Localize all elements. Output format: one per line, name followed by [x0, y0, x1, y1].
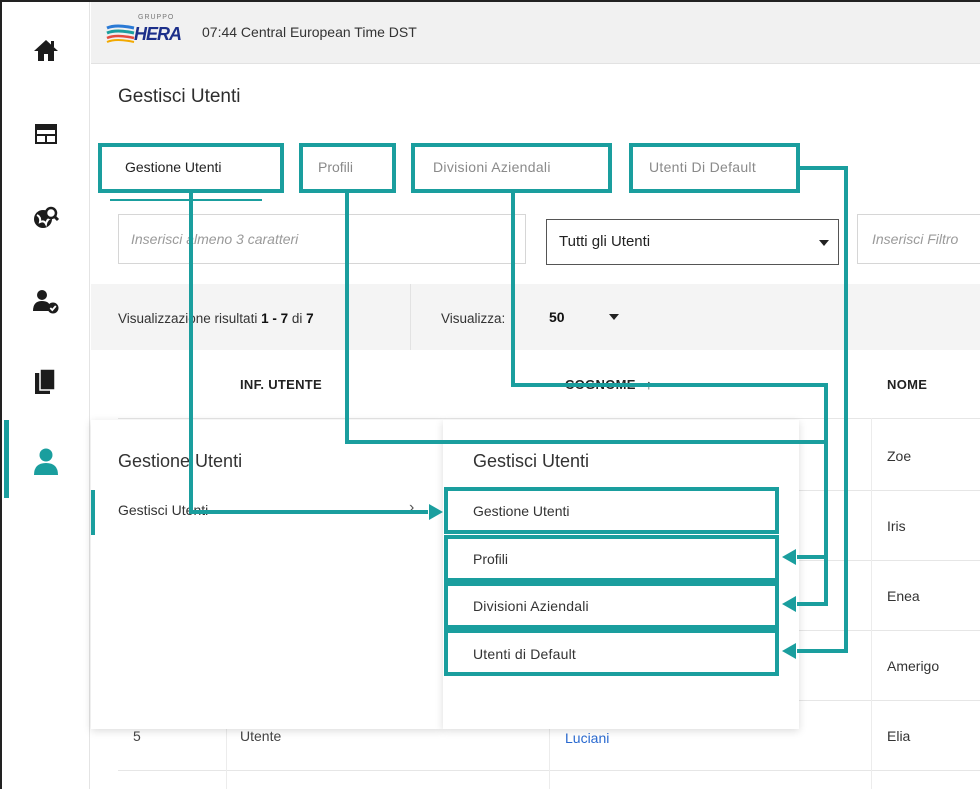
logo-subtitle: GRUPPO: [138, 14, 175, 21]
column-header-name[interactable]: NOME: [887, 377, 927, 392]
results-divider: [410, 284, 411, 350]
active-tab-underline: [110, 199, 262, 201]
user-type-select-value: Tutti gli Utenti: [559, 233, 651, 250]
menu-panel-left: Gestione Utenti Gestisci Utenti ›: [91, 420, 443, 729]
sort-arrow-up-icon: ↑: [645, 377, 653, 392]
page-size-label: Visualizza:: [441, 311, 506, 326]
results-summary: Visualizzazione risultati 1 - 7 di 7: [118, 311, 314, 326]
chevron-right-icon: ›: [409, 499, 415, 516]
table-cell-info: Utente: [240, 728, 282, 744]
menu-panel-right: Gestisci Utenti: [443, 420, 799, 729]
tab-gestione-utenti[interactable]: Gestione Utenti: [125, 159, 222, 175]
tab-utenti-di-default[interactable]: Utenti Di Default: [649, 159, 756, 175]
hera-logo: GRUPPO HERA: [106, 14, 196, 54]
chevron-down-icon: [819, 240, 829, 246]
menu-item-gestisci-utenti[interactable]: Gestisci Utenti: [118, 502, 208, 518]
clock-display: 07:44 Central European Time DST: [202, 24, 417, 40]
top-bar: GRUPPO HERA 07:44 Central European Time …: [91, 2, 980, 64]
table-cell-surname-link[interactable]: Luciani: [565, 730, 609, 746]
page-size-chevron-icon[interactable]: [609, 314, 619, 320]
user-type-select[interactable]: Tutti gli Utenti: [546, 219, 839, 265]
menu-left-title: Gestione Utenti: [118, 451, 243, 471]
column-header-info[interactable]: INF. UTENTE: [240, 377, 322, 392]
menu-item-utenti-di-default[interactable]: Utenti di Default: [473, 646, 576, 662]
page-size-value: 50: [549, 309, 565, 325]
documents-icon[interactable]: [26, 362, 66, 402]
dashboard-icon[interactable]: [26, 114, 66, 154]
results-range: 1 - 7: [261, 311, 289, 326]
menu-item-gestione-utenti[interactable]: Gestione Utenti: [473, 503, 570, 519]
filter-input[interactable]: Inserisci Filtro: [857, 214, 980, 264]
table-cell-name: Enea: [887, 588, 920, 604]
column-header-surname[interactable]: COGNOME ↑: [565, 377, 652, 392]
home-icon[interactable]: [26, 30, 66, 70]
user-check-icon[interactable]: [26, 282, 66, 322]
logo-text: HERA: [134, 24, 182, 44]
column-header-surname-label: COGNOME: [565, 377, 636, 392]
results-of: di: [291, 311, 303, 326]
tab-profili[interactable]: Profili: [318, 159, 353, 175]
search-input[interactable]: Inserisci almeno 3 caratteri: [118, 214, 526, 264]
network-search-icon[interactable]: [26, 198, 66, 238]
table-cell-name: Elia: [887, 728, 911, 744]
tab-divisioni-aziendali[interactable]: Divisioni Aziendali: [433, 159, 551, 175]
table-cell-name: Amerigo: [887, 658, 940, 674]
menu-left-active-indicator: [91, 490, 95, 535]
results-prefix: Visualizzazione risultati: [118, 311, 258, 326]
page-title: Gestisci Utenti: [118, 86, 241, 107]
table-cell-name: Iris: [887, 518, 906, 534]
menu-item-profili[interactable]: Profili: [473, 551, 508, 567]
table-cell-name: Zoe: [887, 448, 912, 464]
page-size-select[interactable]: 50: [549, 309, 565, 325]
row-divider: [118, 418, 980, 419]
menu-item-divisioni-aziendali[interactable]: Divisioni Aziendali: [473, 598, 589, 614]
rail-active-indicator: [4, 420, 9, 498]
user-icon[interactable]: [26, 442, 66, 482]
table-cell-id: 5: [133, 728, 141, 744]
menu-right-title: Gestisci Utenti: [473, 451, 590, 471]
results-total: 7: [306, 311, 314, 326]
side-rail: [2, 2, 90, 789]
